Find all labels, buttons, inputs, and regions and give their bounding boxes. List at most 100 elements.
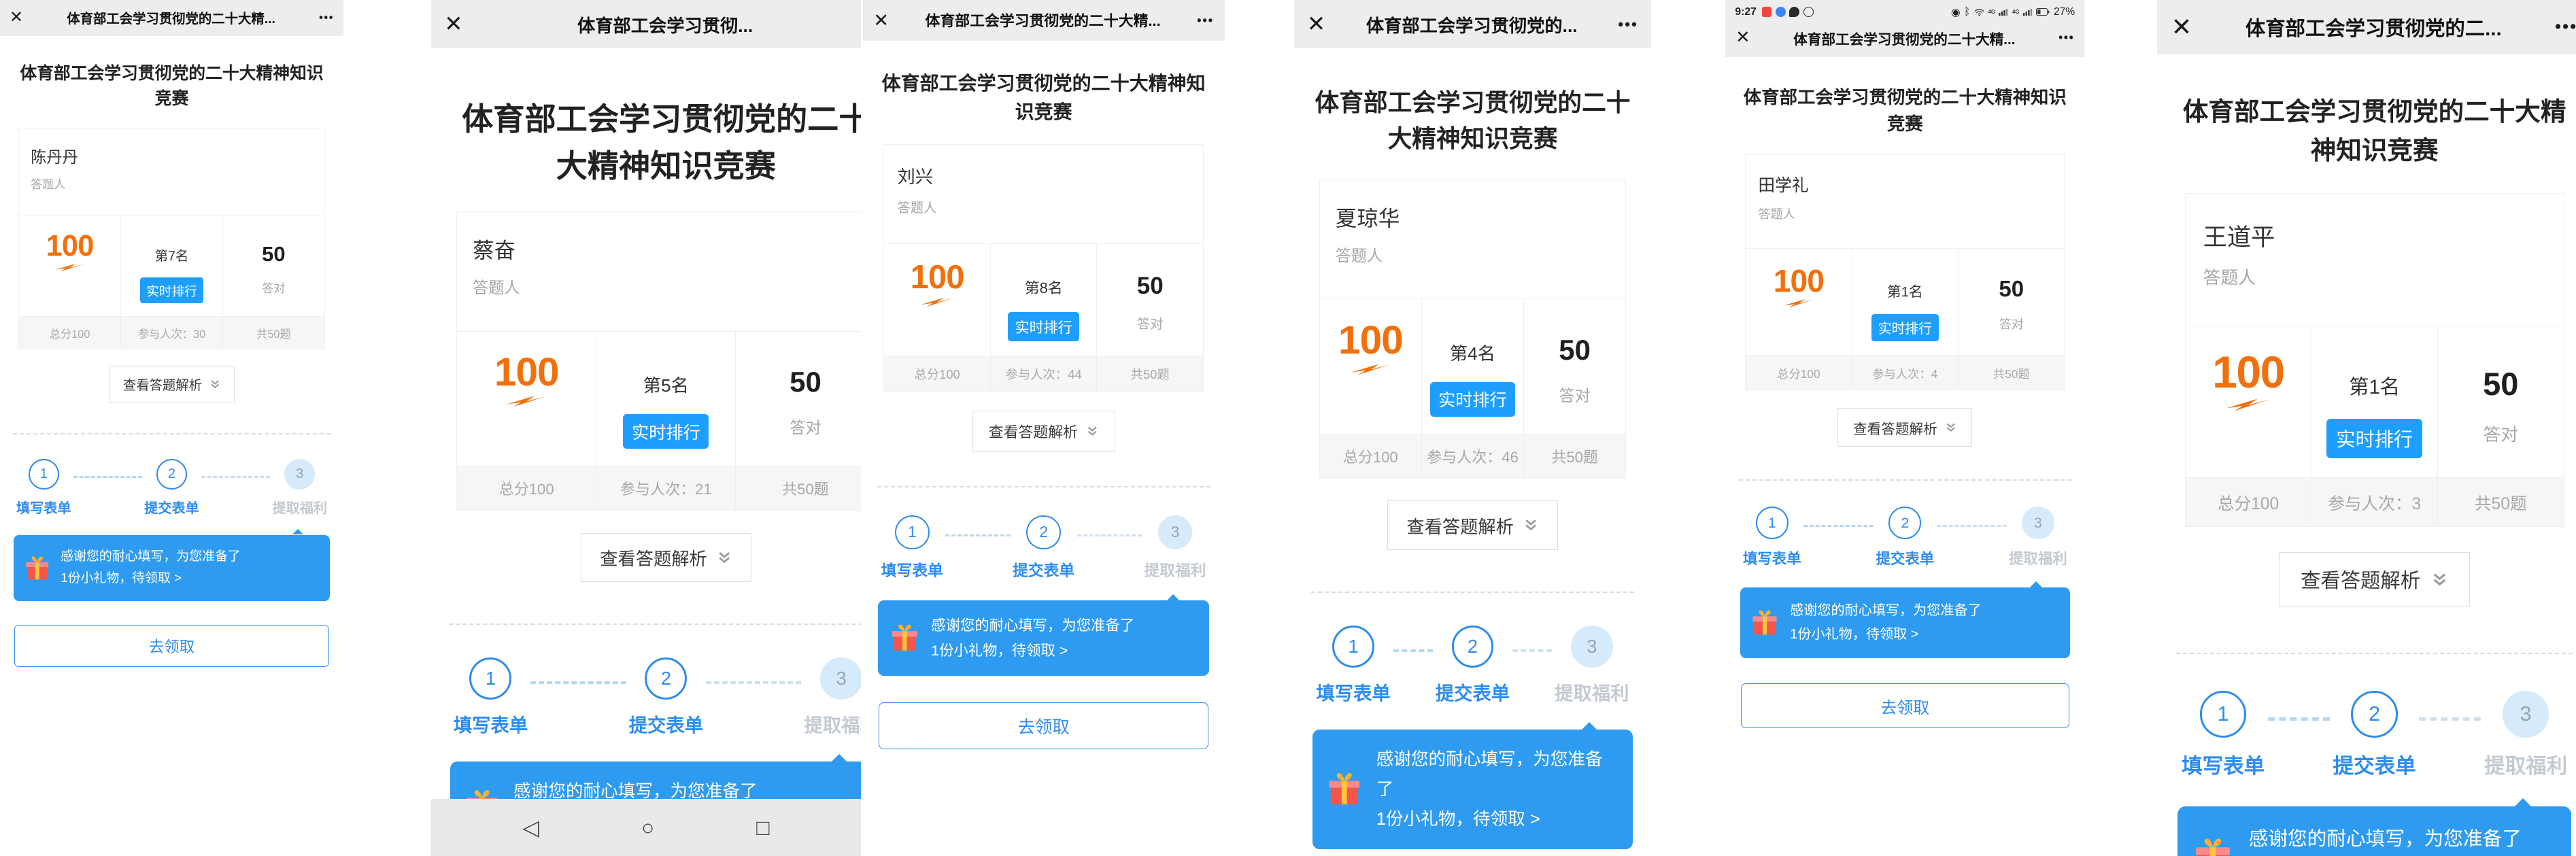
step-claim-benefit: 3 提取福利 (2481, 691, 2571, 778)
total-score-label: 总分100 (19, 317, 120, 349)
live-ranking-button[interactable]: 实时排行 (623, 414, 709, 449)
score-cell: 100 (2186, 326, 2311, 477)
gift-icon (1326, 771, 1363, 808)
step-claim-benefit: 3 提取福利 (2007, 507, 2069, 568)
result-card: 夏琼华 答题人 100 第4名 实时排行 50 (1319, 179, 1627, 479)
gift-banner[interactable]: 感谢您的耐心填写，为您准备了 1份小礼物，待领取 > (14, 535, 330, 602)
more-menu-icon[interactable]: ••• (319, 12, 334, 24)
dashed-divider (1311, 592, 1634, 593)
live-ranking-button[interactable]: 实时排行 (2326, 419, 2422, 458)
gift-banner[interactable]: 感谢您的耐心填写，为您准备了 1份小礼物，待领取 > (1312, 730, 1632, 849)
step-fill-form: 1 填写表单 (1313, 626, 1393, 705)
total-score-label: 总分100 (457, 466, 596, 510)
view-analysis-button[interactable]: 查看答题解析 (1387, 500, 1558, 550)
gift-banner[interactable]: 感谢您的耐心填写，为您准备了 1份小礼物，待领取 > (2177, 806, 2571, 856)
step-1-circle: 1 (469, 657, 511, 700)
score-cell: 100 (457, 332, 596, 466)
step-connector (2268, 717, 2330, 721)
view-analysis-button[interactable]: 查看答题解析 (581, 533, 751, 583)
more-menu-icon[interactable]: ••• (2555, 18, 2576, 37)
total-questions-label: 共50题 (1096, 356, 1203, 392)
step-1-label: 填写表单 (1313, 678, 1393, 705)
step-claim-benefit: 3 提取福利 (801, 657, 860, 737)
chevron-double-down-icon (209, 379, 220, 390)
step-submit-form: 2 提交表单 (626, 657, 707, 737)
claim-button[interactable]: 去领取 (879, 702, 1208, 749)
correct-count: 50 (1097, 273, 1203, 300)
gift-banner[interactable]: 感谢您的耐心填写，为您准备了 1份小礼物，待领取 > (1740, 587, 2070, 658)
step-3-label: 提取福利 (1142, 558, 1208, 581)
score-value: 100 (457, 352, 596, 394)
screenshot-grid: ✕ 体育部工会学习贯彻党的二十大精... ••• 体育部工会学习贯彻党的二十大精… (0, 0, 2576, 856)
quiz-result-page: 9:27 ◉ ᛒ 4G 4G (1725, 0, 2084, 728)
battery-icon (2036, 8, 2050, 16)
total-questions-label: 共50题 (1523, 434, 1625, 478)
header-title: 体育部工会学习贯彻党的二十大精... (889, 10, 1197, 31)
message-icon (1789, 7, 1799, 17)
rank-value: 第1名 (2311, 371, 2437, 400)
close-icon[interactable]: ✕ (444, 13, 462, 35)
rank-value: 第8名 (991, 277, 1097, 298)
step-1-label: 填写表单 (1741, 547, 1803, 568)
step-3-label: 提取福利 (801, 710, 860, 737)
correct-label: 答对 (1959, 315, 2064, 332)
step-2-circle: 2 (156, 459, 187, 490)
banner-text: 感谢您的耐心填写，为您准备了 1份小礼物，待领取 > (1790, 599, 1982, 646)
dashed-divider (13, 433, 331, 434)
close-icon[interactable]: ✕ (10, 10, 23, 26)
correct-count: 50 (1959, 276, 2064, 302)
close-icon[interactable]: ✕ (1735, 29, 1750, 47)
recents-button[interactable]: □ (756, 817, 769, 838)
gift-banner[interactable]: 感谢您的耐心填写，为您准备了 1份小礼物，待领取 > (878, 600, 1209, 675)
close-icon[interactable]: ✕ (2171, 15, 2192, 39)
score-cell: 100 (884, 244, 990, 356)
live-ranking-button[interactable]: 实时排行 (1430, 382, 1516, 417)
live-ranking-button[interactable]: 实时排行 (140, 277, 203, 303)
rank-cell: 第7名 实时排行 (120, 216, 222, 315)
view-analysis-button[interactable]: 查看答题解析 (1837, 408, 1972, 447)
step-2-circle: 2 (645, 657, 687, 700)
step-3-circle: 3 (820, 657, 860, 700)
banner-text: 感谢您的耐心填写，为您准备了 1份小礼物，待领取 > (931, 613, 1134, 663)
participants-label: 参与人次：21 (596, 466, 735, 510)
score-value: 100 (1746, 264, 1851, 298)
phone-panel: ✕ 体育部工会学习贯彻党的... ••• 体育部工会学习贯彻党的二十大精神知识竞… (1292, 0, 1723, 856)
total-questions-label: 共50题 (222, 317, 324, 349)
score-cell: 100 (19, 216, 120, 315)
home-button[interactable]: ○ (641, 817, 654, 838)
android-nav-bar: ◁ ○ □ (431, 799, 860, 856)
step-3-circle: 3 (284, 459, 315, 490)
step-3-label: 提取福利 (270, 497, 329, 517)
step-1-circle: 1 (1332, 626, 1374, 668)
more-menu-icon[interactable]: ••• (1197, 13, 1214, 28)
close-icon[interactable]: ✕ (873, 11, 889, 29)
claim-button[interactable]: 去领取 (14, 625, 329, 667)
step-3-label: 提取福利 (1552, 678, 1632, 705)
claim-button[interactable]: 去领取 (1741, 683, 2070, 729)
view-analysis-button[interactable]: 查看答题解析 (972, 411, 1115, 451)
quiz-result-page: ✕ 体育部工会学习贯彻... ••• 体育部工会学习贯彻党的二十大精神知识竞赛 … (431, 0, 860, 856)
score-swoosh-icon (502, 394, 550, 408)
live-ranking-button[interactable]: 实时排行 (1008, 312, 1079, 341)
more-menu-icon[interactable]: ••• (2058, 31, 2074, 45)
view-analysis-button[interactable]: 查看答题解析 (2279, 552, 2470, 606)
more-menu-icon[interactable]: ••• (1618, 16, 1638, 33)
step-1-label: 填写表单 (879, 558, 945, 581)
view-analysis-button[interactable]: 查看答题解析 (109, 366, 235, 403)
step-2-circle: 2 (2351, 691, 2398, 738)
dashed-divider (877, 486, 1210, 487)
steps-progress: 1 填写表单 2 提交表单 3 提取福利 (1739, 507, 2071, 568)
view-analysis-label: 查看答题解析 (2301, 565, 2420, 594)
step-2-label: 提交表单 (2330, 749, 2420, 779)
answerer-name: 刘兴 (898, 162, 1190, 188)
step-connector (1937, 525, 2007, 527)
page-title: 体育部工会学习贯彻党的二十大精神知识竞赛 (449, 96, 861, 190)
banner-text: 感谢您的耐心填写，为您准备了 1份小礼物，待领取 > (2249, 823, 2522, 856)
back-button[interactable]: ◁ (522, 817, 539, 838)
card-footer: 总分100 参与人次：30 共50题 (19, 316, 324, 349)
rank-cell: 第8名 实时排行 (990, 244, 1097, 356)
close-icon[interactable]: ✕ (1307, 13, 1325, 35)
live-ranking-button[interactable]: 实时排行 (1871, 314, 1939, 342)
correct-label: 答对 (1524, 383, 1625, 406)
quiz-result-page: ✕ 体育部工会学习贯彻党的二十大精... ••• 体育部工会学习贯彻党的二十大精… (0, 0, 343, 667)
